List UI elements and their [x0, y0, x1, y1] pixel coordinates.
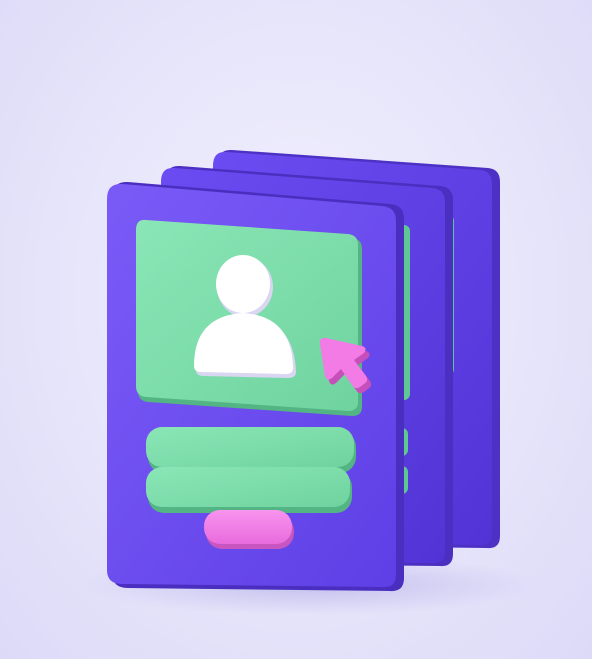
- action-button-shape: [204, 510, 294, 549]
- illustration-scene: [0, 0, 592, 659]
- card-stack-illustration: [80, 149, 540, 615]
- text-line-1: [146, 427, 356, 473]
- text-line-2: [146, 467, 352, 513]
